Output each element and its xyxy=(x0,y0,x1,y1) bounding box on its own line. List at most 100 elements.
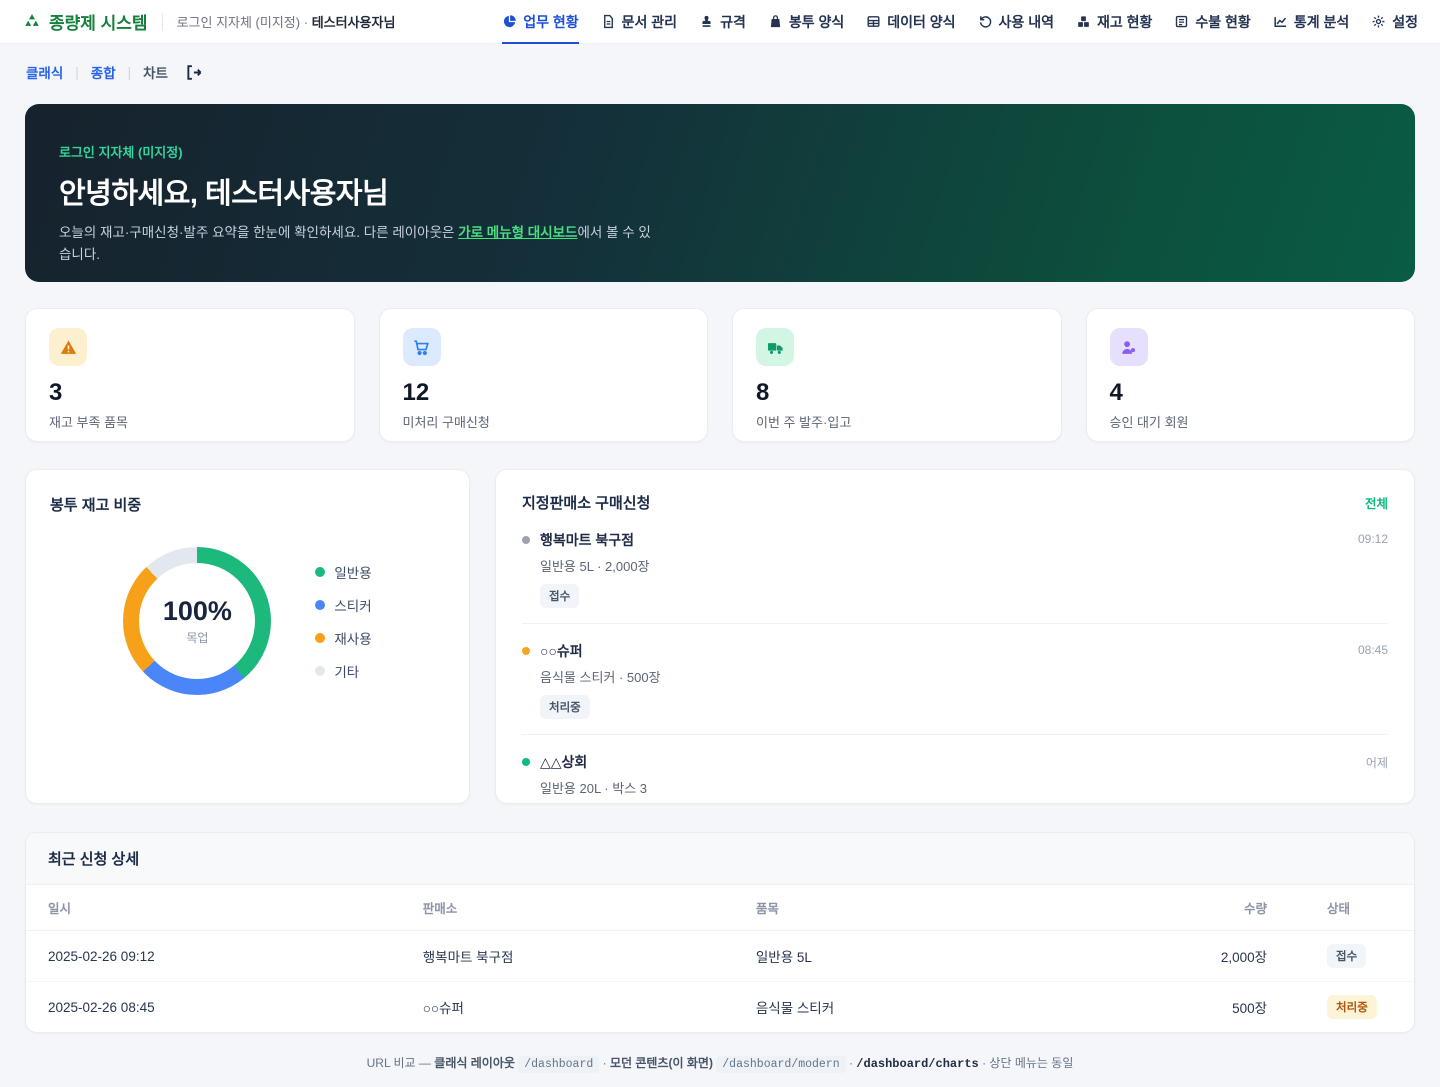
nav-label: 통계 분석 xyxy=(1294,12,1349,32)
donut-center: 100% 목업 xyxy=(139,563,255,679)
subnav-link-combined[interactable]: 종합 xyxy=(91,62,116,82)
request-desc: 일반용 20L · 박스 3 xyxy=(540,778,1388,797)
stat-label: 승인 대기 회원 xyxy=(1110,412,1392,431)
cart-icon xyxy=(412,338,431,357)
top-header: 종량제 시스템 로그인 지자체 (미지정) · 테스터사용자님 업무 현황 문서… xyxy=(0,0,1440,44)
legend-dot xyxy=(315,567,325,577)
request-list-item[interactable]: △△상회 어제 일반용 20L · 박스 3 완료 xyxy=(522,735,1388,804)
subnav-link-classic[interactable]: 클래식 xyxy=(26,62,63,82)
app-logo[interactable]: 종량제 시스템 xyxy=(22,9,148,34)
stat-icon-wrap xyxy=(1110,328,1148,366)
request-desc: 음식물 스티커 · 500장 xyxy=(540,667,1388,686)
stats-row: 3 재고 부족 품목 12 미처리 구매신청 8 이번 주 발주·입고 4 승인… xyxy=(25,308,1415,442)
nav-label: 사용 내역 xyxy=(999,12,1054,32)
request-time: 08:45 xyxy=(1358,643,1388,657)
cell-store: 행복마트 북구점 xyxy=(401,931,734,982)
legend-dot xyxy=(315,666,325,676)
nav-label: 봉투 양식 xyxy=(789,12,844,32)
breadcrumb-context: 로그인 지자체 (미지정) xyxy=(177,15,301,30)
stat-value: 8 xyxy=(756,379,1038,407)
hero-dashboard-link[interactable]: 가로 메뉴형 대시보드 xyxy=(458,225,577,240)
request-time: 09:12 xyxy=(1358,532,1388,546)
nav-label: 재고 현황 xyxy=(1097,12,1152,32)
recent-requests-card: 최근 신청 상세 일시 판매소 품목 수량 상태 2025-02-26 09:1… xyxy=(25,832,1415,1033)
footer-separator: · xyxy=(982,1056,986,1070)
shopping-bag-icon xyxy=(768,14,783,29)
divider: | xyxy=(75,65,79,80)
footer-modern-label: 모던 콘텐츠(이 화면) xyxy=(610,1056,713,1070)
legend-item: 재사용 xyxy=(315,628,371,648)
nav-item-data-forms[interactable]: 데이터 양식 xyxy=(866,0,955,44)
nav-item-documents[interactable]: 문서 관리 xyxy=(601,0,677,44)
legend-label: 재사용 xyxy=(334,628,371,648)
nav-item-usage-history[interactable]: 사용 내역 xyxy=(978,0,1054,44)
request-desc: 일반용 5L · 2,000장 xyxy=(540,556,1388,575)
legend-label: 스티커 xyxy=(334,595,371,615)
requests-header: 지정판매소 구매신청 전체 xyxy=(522,492,1388,513)
divider xyxy=(162,13,163,31)
nav-label: 규격 xyxy=(720,12,746,32)
middle-row: 봉투 재고 비중 100% 목업 일반용 스티커 xyxy=(25,469,1415,804)
store-name: ○○슈퍼 xyxy=(540,641,1388,661)
nav-item-inventory[interactable]: 재고 현황 xyxy=(1076,0,1152,44)
chart-title: 봉투 재고 비중 xyxy=(50,494,445,515)
request-list-item[interactable]: ○○슈퍼 08:45 음식물 스티커 · 500장 처리중 xyxy=(522,624,1388,735)
footer-charts-path: /dashboard/charts xyxy=(856,1057,978,1071)
warning-icon xyxy=(59,338,78,357)
status-badge: 접수 xyxy=(1327,944,1366,968)
logout-icon[interactable] xyxy=(184,63,203,82)
app-title: 종량제 시스템 xyxy=(49,9,148,34)
layout-subnav: 클래식 | 종합 | 차트 xyxy=(0,44,1440,82)
cell-item: 일반용 5L xyxy=(734,931,1109,982)
hero-desc-text: 오늘의 재고·구매신청·발주 요약을 한눈에 확인하세요. 다른 레이아웃은 xyxy=(59,225,458,240)
nav-item-statistics[interactable]: 통계 분석 xyxy=(1273,0,1349,44)
cell-datetime: 2025-02-26 08:45 xyxy=(26,982,401,1033)
subnav-link-charts[interactable]: 차트 xyxy=(143,62,168,82)
gear-icon xyxy=(1371,14,1386,29)
page-content: 로그인 지자체 (미지정) 안녕하세요, 테스터사용자님 오늘의 재고·구매신청… xyxy=(0,104,1440,1087)
ledger-icon xyxy=(1174,14,1189,29)
request-list-item[interactable]: 행복마트 북구점 09:12 일반용 5L · 2,000장 접수 xyxy=(522,513,1388,624)
boxes-icon xyxy=(1076,14,1091,29)
truck-icon xyxy=(766,338,785,357)
nav-label: 설정 xyxy=(1392,12,1418,32)
line-chart-icon xyxy=(1273,14,1288,29)
breadcrumb-user: 테스터사용자님 xyxy=(312,15,396,30)
requests-title: 지정판매소 구매신청 xyxy=(522,492,650,513)
stat-label: 이번 주 발주·입고 xyxy=(756,412,1038,431)
hero-description: 오늘의 재고·구매신청·발주 요약을 한눈에 확인하세요. 다른 레이아웃은 가… xyxy=(59,222,659,267)
table-header-row: 일시 판매소 품목 수량 상태 xyxy=(26,885,1414,931)
status-dot xyxy=(522,758,530,766)
status-badge: 처리중 xyxy=(1327,995,1377,1019)
pie-chart-icon xyxy=(502,14,517,29)
view-all-link[interactable]: 전체 xyxy=(1365,493,1388,512)
stat-value: 4 xyxy=(1110,379,1392,407)
legend-item: 일반용 xyxy=(315,562,371,582)
table-row[interactable]: 2025-02-26 09:12 행복마트 북구점 일반용 5L 2,000장 … xyxy=(26,931,1414,982)
stat-icon-wrap xyxy=(49,328,87,366)
breadcrumb: 로그인 지자체 (미지정) · 테스터사용자님 xyxy=(177,12,396,31)
history-icon xyxy=(978,14,993,29)
user-check-icon xyxy=(1119,338,1138,357)
table-icon xyxy=(866,14,881,29)
nav-item-specs[interactable]: 규격 xyxy=(699,0,746,44)
table-row[interactable]: 2025-02-26 08:45 ○○슈퍼 음식물 스티커 500장 처리중 xyxy=(26,982,1414,1033)
status-badge: 처리중 xyxy=(540,695,590,719)
col-header-qty: 수량 xyxy=(1109,885,1289,931)
col-header-item: 품목 xyxy=(734,885,1109,931)
nav-item-bag-forms[interactable]: 봉투 양식 xyxy=(768,0,844,44)
nav-item-work-status[interactable]: 업무 현황 xyxy=(502,0,578,44)
legend-label: 일반용 xyxy=(334,562,371,582)
donut-chart: 100% 목업 xyxy=(123,547,271,695)
chart-legend: 일반용 스티커 재사용 기타 xyxy=(315,562,371,681)
donut-chart-area: 100% 목업 일반용 스티커 재사용 xyxy=(50,547,445,695)
nav-item-ledger[interactable]: 수불 현황 xyxy=(1174,0,1250,44)
nav-label: 데이터 양식 xyxy=(887,12,955,32)
stat-icon-wrap xyxy=(403,328,441,366)
purchase-requests-card: 지정판매소 구매신청 전체 행복마트 북구점 09:12 일반용 5L · 2,… xyxy=(495,469,1415,804)
legend-item: 스티커 xyxy=(315,595,371,615)
donut-center-value: 100% xyxy=(163,596,232,627)
nav-item-settings[interactable]: 설정 xyxy=(1371,0,1418,44)
col-header-status: 상태 xyxy=(1289,885,1414,931)
hero-eyebrow: 로그인 지자체 (미지정) xyxy=(59,142,1381,161)
